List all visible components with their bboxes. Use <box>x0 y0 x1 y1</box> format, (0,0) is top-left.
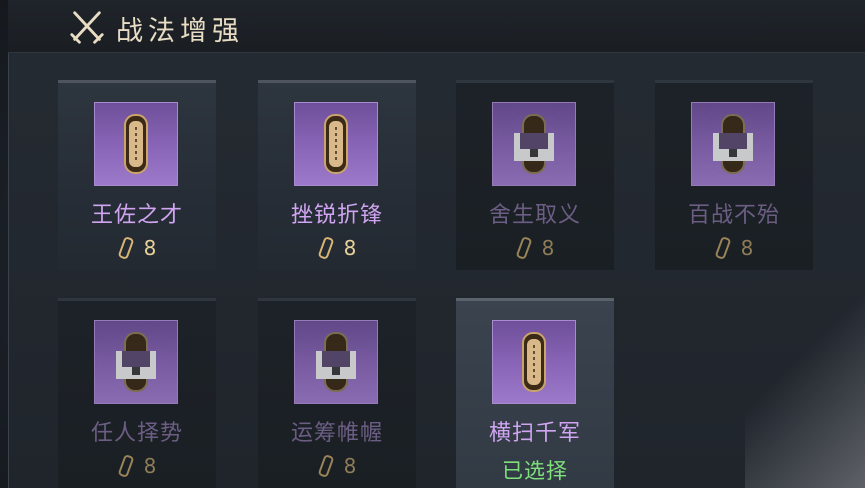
tactic-cost: 8 <box>655 235 813 261</box>
cost-value: 8 <box>740 236 754 260</box>
tactic-name: 挫锐折锋 <box>290 203 383 228</box>
scroll-cost-icon <box>516 237 531 259</box>
tactic-name: 运筹帷幄 <box>290 421 383 446</box>
tactic-icon-tile <box>691 102 775 186</box>
tactic-icon-tile <box>294 320 378 404</box>
scroll-cost-icon <box>118 455 133 477</box>
scroll-token-icon <box>124 114 148 174</box>
panel-header: 战法增强 <box>8 0 865 53</box>
crossed-swords-icon <box>70 11 104 44</box>
scroll-cost-icon <box>715 237 730 259</box>
tactic-card-4[interactable]: 百战不殆 8 <box>655 80 813 270</box>
scroll-cost-icon <box>318 455 333 477</box>
tactic-card-7[interactable]: 横扫千军 已选择 <box>456 298 614 488</box>
tactic-icon-tile <box>492 102 576 186</box>
scroll-cost-icon <box>118 237 133 259</box>
tactic-card-6[interactable]: 运筹帷幄 8 <box>258 298 416 488</box>
tactic-icon-tile <box>94 102 178 186</box>
tactic-cost: 8 <box>456 235 614 261</box>
tactic-card-5[interactable]: 任人择势 8 <box>58 298 216 488</box>
tactic-cost: 8 <box>258 235 416 261</box>
tactic-name: 王佐之才 <box>90 203 183 228</box>
tactic-card-3[interactable]: 舍生取义 8 <box>456 80 614 270</box>
tactic-icon-tile <box>94 320 178 404</box>
tactic-cost: 8 <box>58 453 216 479</box>
tactic-cost: 8 <box>58 235 216 261</box>
tactic-icon-tile <box>294 102 378 186</box>
cost-value: 8 <box>541 236 555 260</box>
background-decoration <box>745 280 865 488</box>
tactic-card-2[interactable]: 挫锐折锋 8 <box>258 80 416 270</box>
tactic-name: 舍生取义 <box>488 203 581 228</box>
tactic-name: 百战不殆 <box>687 203 780 228</box>
tactic-name: 横扫千军 <box>488 421 581 446</box>
scroll-token-icon <box>522 332 546 392</box>
scroll-cost-icon <box>318 237 333 259</box>
lock-icon <box>514 133 554 161</box>
cost-value: 8 <box>343 454 357 478</box>
page-title: 战法增强 <box>116 16 244 47</box>
lock-icon <box>116 351 156 379</box>
tactic-cost: 8 <box>258 453 416 479</box>
cost-value: 8 <box>143 236 157 260</box>
tactic-name: 任人择势 <box>90 421 183 446</box>
lock-icon <box>713 133 753 161</box>
scroll-token-icon <box>324 114 348 174</box>
tactic-card-1[interactable]: 王佐之才 8 <box>58 80 216 270</box>
lock-icon <box>316 351 356 379</box>
tactic-icon-tile <box>492 320 576 404</box>
cost-value: 8 <box>343 236 357 260</box>
selected-status: 已选择 <box>502 459 568 483</box>
cost-value: 8 <box>143 454 157 478</box>
